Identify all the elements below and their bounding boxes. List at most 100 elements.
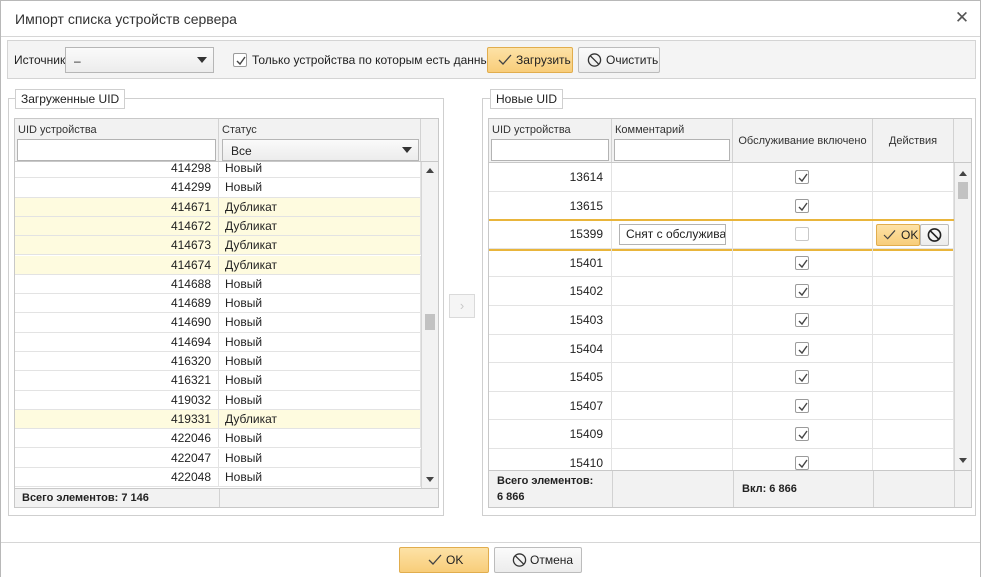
scroll-down-icon[interactable] xyxy=(426,477,434,482)
service-enabled-checkbox[interactable] xyxy=(795,255,809,270)
table-row[interactable]: 414688 Новый xyxy=(15,274,421,295)
table-row[interactable]: 13615 xyxy=(489,191,954,221)
table-row[interactable]: 15401 xyxy=(489,248,954,278)
loaded-scrollbar[interactable] xyxy=(421,162,438,488)
table-row[interactable]: 15409 xyxy=(489,420,954,449)
service-enabled-checkbox[interactable] xyxy=(795,198,809,213)
uid-cell: 414690 xyxy=(15,313,219,332)
table-row[interactable]: 422047 Новый xyxy=(15,448,421,468)
service-enabled-checkbox[interactable] xyxy=(795,398,809,413)
table-row[interactable]: 422046 Новый xyxy=(15,429,421,449)
loaded-rows: 414298 Новый 414299 Новый 414671 Дубликат 4146… xyxy=(15,162,421,488)
comment-cell[interactable] xyxy=(612,449,733,470)
comment-cell[interactable] xyxy=(612,334,733,363)
ok-button[interactable]: OK xyxy=(399,547,489,573)
service-cell xyxy=(733,420,873,448)
col-comment-title: Комментарий xyxy=(615,124,685,136)
status-cell: Новый xyxy=(219,178,421,197)
uid-cell: 414688 xyxy=(15,274,219,294)
new-total-value: 6 866 xyxy=(497,491,525,503)
col-uid-title: UID устройства xyxy=(18,124,97,136)
service-enabled-checkbox[interactable] xyxy=(795,284,809,299)
close-icon[interactable]: ✕ xyxy=(954,9,970,27)
source-select[interactable]: – xyxy=(65,47,214,73)
table-row[interactable]: 414671 Дубликат xyxy=(15,197,421,217)
table-row[interactable]: 422048 Новый xyxy=(15,467,421,488)
service-cell xyxy=(733,277,873,305)
only-with-data-checkbox[interactable] xyxy=(233,53,247,67)
check-icon xyxy=(798,202,808,211)
comment-cell[interactable] xyxy=(612,391,733,420)
table-row[interactable]: 414689 Новый xyxy=(15,294,421,314)
table-row[interactable]: 15405 xyxy=(489,363,954,392)
cancel-button[interactable]: Отмена xyxy=(494,547,582,573)
status-cell: Новый xyxy=(219,390,421,409)
comment-cell[interactable] xyxy=(612,191,733,220)
new-footer: Всего элементов: 6 866 Вкл: 6 866 xyxy=(489,470,971,507)
triangle-down-icon xyxy=(402,147,412,153)
actions-cell xyxy=(873,334,954,363)
table-row[interactable]: 419032 Новый xyxy=(15,390,421,410)
table-row[interactable]: 15402 xyxy=(489,277,954,306)
table-row[interactable]: 414694 Новый xyxy=(15,332,421,352)
uid-cell: 414694 xyxy=(15,332,219,351)
status-filter-select[interactable]: Все xyxy=(222,139,419,161)
service-cell xyxy=(733,248,873,277)
table-row[interactable]: 13614 xyxy=(489,163,954,192)
service-enabled-checkbox[interactable] xyxy=(795,313,809,327)
loaded-uids-legend: Загруженные UID xyxy=(15,89,126,109)
table-row[interactable]: 414672 Дубликат xyxy=(15,216,421,237)
ban-icon xyxy=(587,53,602,67)
comment-cell[interactable] xyxy=(612,248,733,277)
comment-cell[interactable] xyxy=(612,163,733,191)
uid-cell: 15410 xyxy=(489,449,612,470)
comment-cell[interactable] xyxy=(612,363,733,391)
actions-cell xyxy=(873,363,954,391)
service-enabled-checkbox[interactable] xyxy=(795,170,809,184)
scroll-thumb[interactable] xyxy=(958,182,968,199)
table-row[interactable]: 414299 Новый xyxy=(15,178,421,198)
uid-filter-input[interactable] xyxy=(17,139,216,161)
table-row[interactable]: 414298 Новый xyxy=(15,162,421,179)
scroll-up-icon[interactable] xyxy=(426,168,434,173)
table-row[interactable]: 419331 Дубликат xyxy=(15,409,421,430)
table-row[interactable]: 414673 Дубликат xyxy=(15,236,421,256)
col-actions-title: Действия xyxy=(888,135,938,147)
col-comment-header: Комментарий xyxy=(612,119,733,162)
check-icon xyxy=(798,373,808,383)
table-row[interactable]: 416321 Новый xyxy=(15,371,421,391)
new-scrollbar[interactable] xyxy=(954,163,971,470)
scroll-down-icon[interactable] xyxy=(959,458,967,463)
comment-cell[interactable] xyxy=(612,306,733,334)
actions-cell xyxy=(873,163,954,191)
table-row[interactable]: 15403 xyxy=(489,306,954,335)
table-row[interactable]: 416320 Новый xyxy=(15,352,421,372)
dialog-titlebar: Импорт списка устройств сервера ✕ xyxy=(1,1,980,37)
check-icon xyxy=(236,56,246,66)
transfer-button[interactable]: › xyxy=(449,294,475,318)
table-row[interactable]: 414674 Дубликат xyxy=(15,255,421,275)
status-cell: Новый xyxy=(219,162,421,178)
table-row[interactable]: 15404 xyxy=(489,334,954,364)
service-enabled-checkbox[interactable] xyxy=(795,341,809,356)
scroll-up-icon[interactable] xyxy=(959,171,967,176)
new-uid-filter-input[interactable] xyxy=(491,139,609,161)
scroll-thumb[interactable] xyxy=(425,314,435,330)
service-enabled-checkbox[interactable] xyxy=(795,427,809,442)
only-with-data-label[interactable]: Только устройства по которым есть данные xyxy=(252,53,496,67)
service-enabled-checkbox[interactable] xyxy=(795,370,809,385)
status-cell: Новый xyxy=(219,294,421,313)
col-uid-header: UID устройства xyxy=(15,119,219,161)
table-row[interactable]: 15407 xyxy=(489,391,954,421)
service-cell xyxy=(733,334,873,363)
table-row[interactable]: 15410 xyxy=(489,449,954,470)
table-row[interactable]: 414690 Новый xyxy=(15,313,421,333)
col-actions-header: Действия xyxy=(873,119,954,162)
comment-cell[interactable] xyxy=(612,420,733,448)
load-button[interactable]: Загрузить xyxy=(487,47,573,73)
actions-cell xyxy=(873,277,954,305)
service-enabled-checkbox[interactable] xyxy=(795,456,809,470)
comment-cell[interactable] xyxy=(612,277,733,305)
comment-filter-input[interactable] xyxy=(614,139,730,161)
clear-button[interactable]: Очистить xyxy=(578,47,660,73)
